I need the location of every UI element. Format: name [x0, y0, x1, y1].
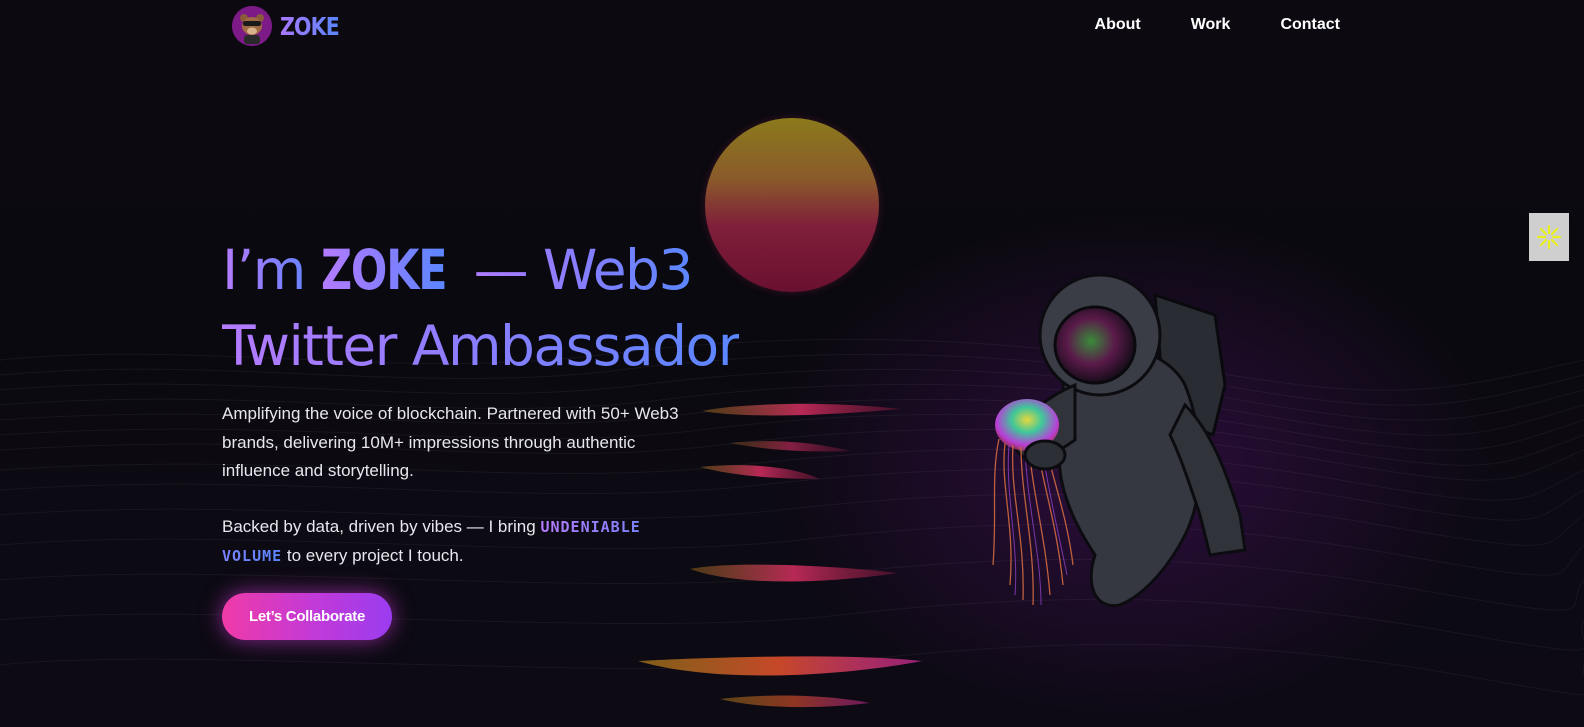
nav-links: About Work Contact — [1095, 16, 1340, 34]
hero-tagline-start: Backed by data, driven by vibes — I brin… — [222, 517, 541, 536]
hero-title-line2: Twitter Ambassador — [222, 314, 740, 378]
hero-title: I’m ZOKE — Web3 Twitter Ambassador — [222, 232, 862, 384]
hero-description: Amplifying the voice of blockchain. Part… — [222, 404, 679, 480]
brand-logo-link[interactable]: ZOKE — [232, 6, 352, 46]
page: ZOKE About Work Contact I’m ZOKE — Web3 … — [0, 0, 1584, 727]
bear-avatar-icon — [232, 6, 272, 46]
sparkle-icon — [1536, 224, 1562, 250]
hero-title-prefix: I’m — [222, 238, 321, 302]
nav-link-contact[interactable]: Contact — [1280, 16, 1340, 34]
collaborate-button[interactable]: Let’s Collaborate — [222, 593, 392, 640]
astronaut-with-jellyfish-illustration — [992, 273, 1247, 608]
nav-link-work[interactable]: Work — [1191, 16, 1231, 34]
hero-title-name: ZOKE — [321, 232, 448, 308]
hero-tagline: Backed by data, driven by vibes — I brin… — [222, 513, 682, 570]
nav-link-about[interactable]: About — [1095, 16, 1141, 34]
hero-tagline-end: to every project I touch. — [282, 545, 464, 565]
hero-title-suffix: — Web3 — [457, 238, 694, 302]
brand-name: ZOKE — [280, 11, 340, 41]
side-widget-button[interactable] — [1529, 213, 1569, 261]
navbar: ZOKE About Work Contact — [0, 0, 1584, 54]
